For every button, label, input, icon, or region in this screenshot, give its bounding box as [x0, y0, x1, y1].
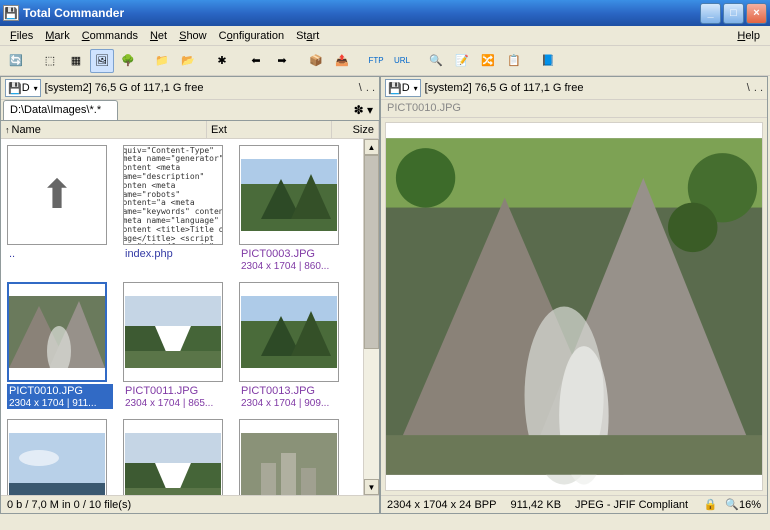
- search-icon[interactable]: 🔍: [424, 49, 448, 73]
- menu-start[interactable]: Start: [290, 28, 325, 44]
- image-format: JPEG - JFIF Compliant: [575, 499, 688, 511]
- thumbnail-dims: 2304 x 1704 | 860...: [239, 261, 345, 272]
- parent-button[interactable]: . .: [366, 82, 375, 94]
- thumbnail-item[interactable]: <!DOCTYPE HTML PUBLIC "-//W <html><head>…: [123, 145, 229, 272]
- thumbnail-dims: 2304 x 1704 | 865...: [123, 398, 229, 409]
- parent-button[interactable]: . .: [754, 82, 763, 94]
- thumbnail-image: [123, 419, 223, 495]
- thumbnail-item[interactable]: PICT0010.JPG2304 x 1704 | 911...: [7, 282, 113, 409]
- thumbnail-name: PICT0011.JPG: [123, 384, 229, 398]
- left-tabbar: D:\Data\Images\*.* ✽ ▾: [1, 100, 379, 121]
- window-title: Total Commander: [23, 6, 700, 20]
- image-dims: 2304 x 1704 x 24 BPP: [387, 499, 496, 511]
- menu-commands[interactable]: Commands: [76, 28, 144, 44]
- selection-status: 0 b / 7,0 M in 0 / 10 file(s): [7, 499, 373, 511]
- thumbnail-image: <!DOCTYPE HTML PUBLIC "-//W <html><head>…: [123, 145, 223, 245]
- notepad-icon[interactable]: 📘: [536, 49, 560, 73]
- col-name[interactable]: ↑Name: [1, 121, 207, 138]
- thumbnail-image: [7, 282, 107, 382]
- thumbnail-image: [239, 419, 339, 495]
- forward-icon[interactable]: ➡: [270, 49, 294, 73]
- ftp-icon[interactable]: FTP: [364, 49, 388, 73]
- scroll-thumb[interactable]: [364, 155, 379, 349]
- view-tree-icon[interactable]: 🌳: [116, 49, 140, 73]
- scroll-up-icon[interactable]: ▲: [364, 139, 379, 155]
- drive-selector[interactable]: 💾 D▾: [385, 79, 421, 97]
- url-icon[interactable]: URL: [390, 49, 414, 73]
- thumbnail-item[interactable]: [123, 419, 229, 495]
- left-statusbar: 0 b / 7,0 M in 0 / 10 file(s): [1, 495, 379, 513]
- left-panel: 💾 D▾ [system2] 76,5 G of 117,1 G free \ …: [0, 76, 380, 514]
- menu-show[interactable]: Show: [173, 28, 213, 44]
- left-tab[interactable]: D:\Data\Images\*.*: [3, 100, 118, 120]
- thumbnail-name: index.php: [123, 247, 229, 261]
- menu-files[interactable]: Files: [4, 28, 39, 44]
- favorites-button[interactable]: ✽ ▾: [348, 103, 379, 117]
- app-icon: 💾: [3, 5, 19, 21]
- view-brief-icon[interactable]: ⬚: [38, 49, 62, 73]
- view-full-icon[interactable]: ▦: [64, 49, 88, 73]
- back-icon[interactable]: ⬅: [244, 49, 268, 73]
- swap-icon[interactable]: 📂: [176, 49, 200, 73]
- menu-help[interactable]: Help: [731, 28, 766, 44]
- thumbnail-image: [239, 145, 339, 245]
- scrollbar[interactable]: ▲ ▼: [363, 139, 379, 495]
- right-drivebar: 💾 D▾ [system2] 76,5 G of 117,1 G free \ …: [381, 77, 767, 100]
- col-size[interactable]: Size: [332, 121, 379, 138]
- col-ext[interactable]: Ext: [207, 121, 332, 138]
- thumbnail-name: PICT0013.JPG: [239, 384, 345, 398]
- preview-image: [386, 123, 762, 490]
- titlebar: 💾 Total Commander _ □ ×: [0, 0, 770, 26]
- star-icon[interactable]: ✱: [210, 49, 234, 73]
- left-drivebar: 💾 D▾ [system2] 76,5 G of 117,1 G free \ …: [1, 77, 379, 100]
- thumbnail-dims: 2304 x 1704 | 909...: [239, 398, 345, 409]
- zoom-level: 16%: [739, 499, 761, 511]
- thumbnail-image: ⬆: [7, 145, 107, 245]
- thumbnail-item[interactable]: [239, 419, 345, 495]
- image-size: 911,42 KB: [510, 499, 561, 511]
- thumbnail-name: PICT0003.JPG: [239, 247, 345, 261]
- preview-filename: PICT0010.JPG: [381, 100, 767, 118]
- thumbnail-item[interactable]: PICT0013.JPG2304 x 1704 | 909...: [239, 282, 345, 409]
- sync-icon[interactable]: 🔀: [476, 49, 500, 73]
- copy-names-icon[interactable]: 📋: [502, 49, 526, 73]
- thumbnail-image: [7, 419, 107, 495]
- thumbnail-name: PICT0010.JPG: [7, 384, 113, 398]
- pack-icon[interactable]: 📦: [304, 49, 328, 73]
- menu-mark[interactable]: Mark: [39, 28, 75, 44]
- thumbnail-item[interactable]: ⬆..: [7, 145, 113, 272]
- thumbnail-grid[interactable]: ⬆..<!DOCTYPE HTML PUBLIC "-//W <html><he…: [1, 139, 363, 495]
- scroll-down-icon[interactable]: ▼: [364, 479, 379, 495]
- thumbnail-item[interactable]: [7, 419, 113, 495]
- thumbnail-image: [239, 282, 339, 382]
- thumbnail-item[interactable]: PICT0003.JPG2304 x 1704 | 860...: [239, 145, 345, 272]
- minimize-button[interactable]: _: [700, 3, 721, 24]
- maximize-button[interactable]: □: [723, 3, 744, 24]
- image-preview[interactable]: [385, 122, 763, 491]
- drive-selector[interactable]: 💾 D▾: [5, 79, 41, 97]
- menubar: Files Mark Commands Net Show Configurati…: [0, 26, 770, 46]
- lock-icon: 🔒: [704, 498, 718, 511]
- zoom-icon[interactable]: 🔍: [725, 498, 739, 511]
- thumbnail-name: ..: [7, 247, 113, 261]
- free-space-label: [system2] 76,5 G of 117,1 G free: [425, 82, 584, 94]
- root-button[interactable]: \: [359, 82, 362, 94]
- multirename-icon[interactable]: 📝: [450, 49, 474, 73]
- close-button[interactable]: ×: [746, 3, 767, 24]
- menu-net[interactable]: Net: [144, 28, 173, 44]
- toolbar: 🔄 ⬚ ▦ 🖼 🌳 📁 📂 ✱ ⬅ ➡ 📦 📤 FTP URL 🔍 📝 🔀 📋 …: [0, 46, 770, 76]
- thumbnail-dims: 2304 x 1704 | 911...: [7, 398, 113, 409]
- refresh-icon[interactable]: 🔄: [4, 49, 28, 73]
- view-thumbs-icon[interactable]: 🖼: [90, 49, 114, 73]
- thumbnail-image: [123, 282, 223, 382]
- invert-icon[interactable]: 📁: [150, 49, 174, 73]
- menu-configuration[interactable]: Configuration: [213, 28, 290, 44]
- root-button[interactable]: \: [747, 82, 750, 94]
- unpack-icon[interactable]: 📤: [330, 49, 354, 73]
- column-headers: ↑Name Ext Size: [1, 121, 379, 139]
- right-statusbar: 2304 x 1704 x 24 BPP 911,42 KB JPEG - JF…: [381, 495, 767, 513]
- free-space-label: [system2] 76,5 G of 117,1 G free: [45, 82, 204, 94]
- right-panel: 💾 D▾ [system2] 76,5 G of 117,1 G free \ …: [380, 76, 768, 514]
- thumbnail-item[interactable]: PICT0011.JPG2304 x 1704 | 865...: [123, 282, 229, 409]
